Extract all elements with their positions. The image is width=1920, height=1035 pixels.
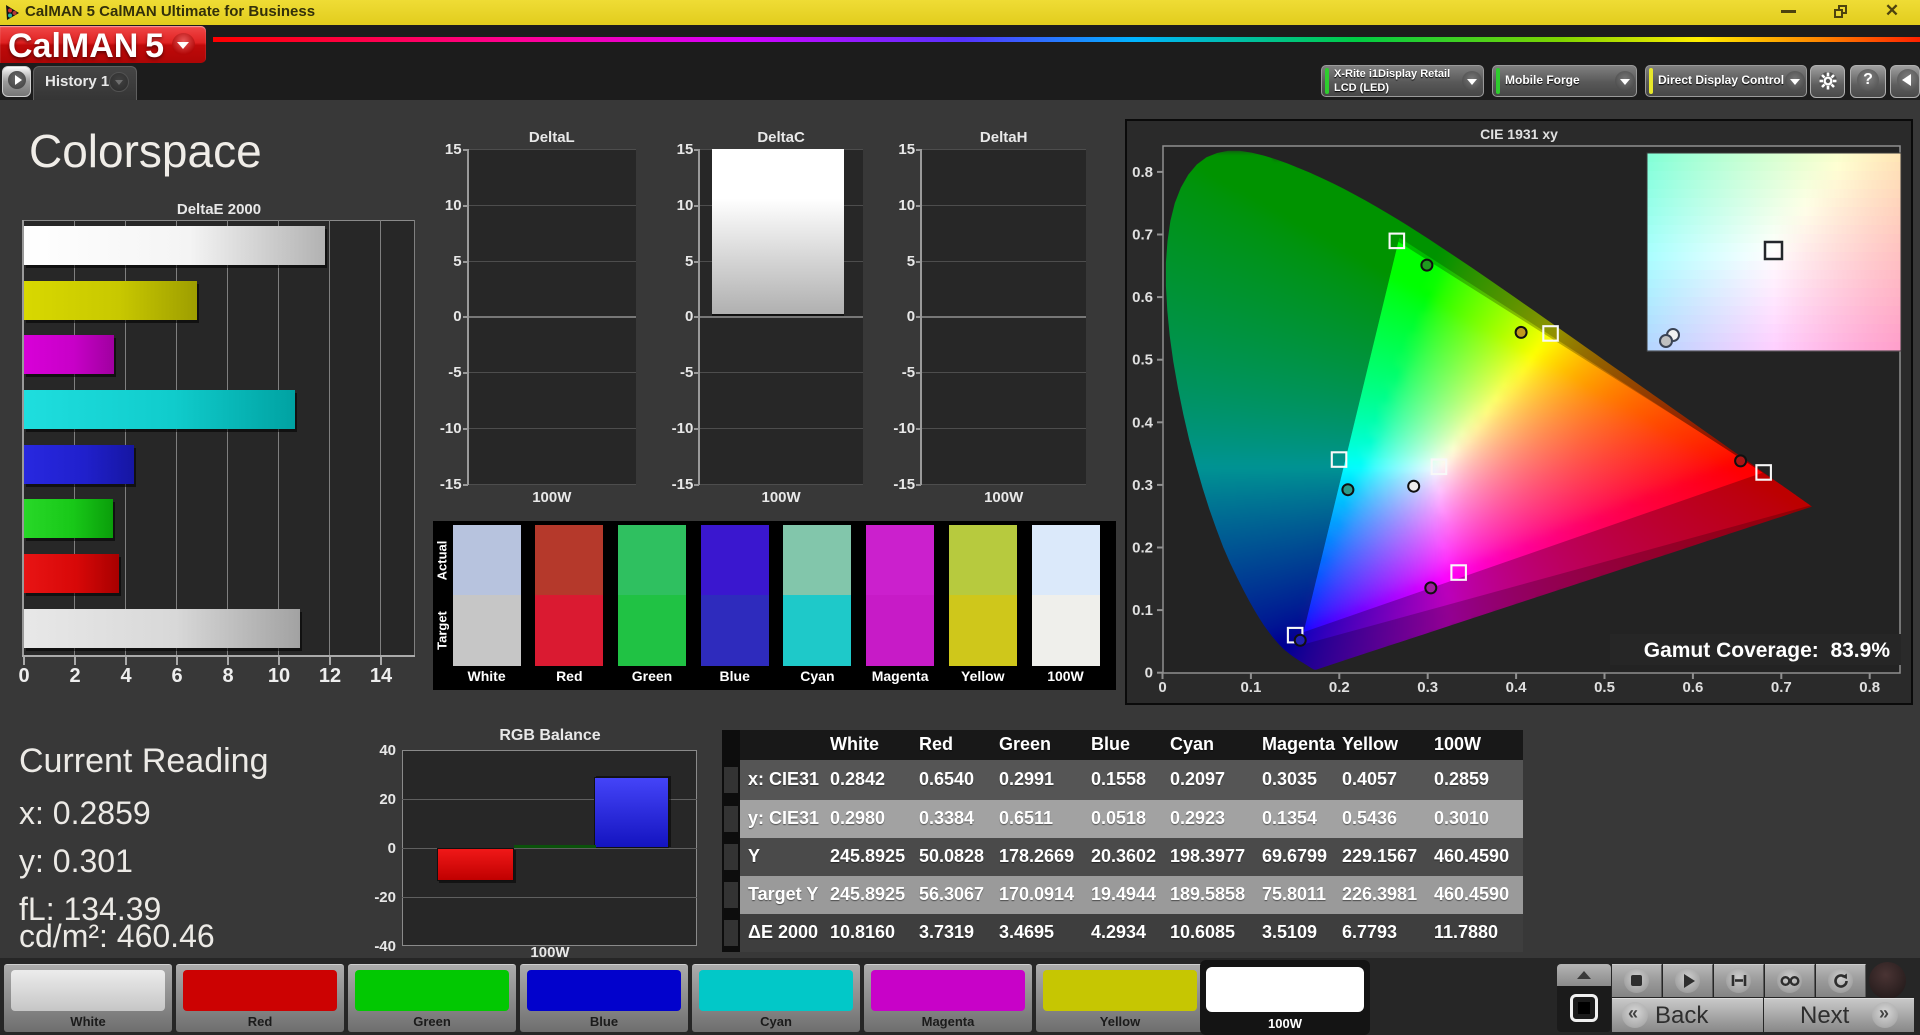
svg-text:0.8: 0.8 — [1859, 679, 1880, 696]
svg-text:0.2: 0.2 — [1329, 679, 1350, 696]
svg-text:0.6: 0.6 — [1682, 679, 1703, 696]
svg-text:0.3: 0.3 — [1132, 477, 1153, 494]
svg-text:0.2: 0.2 — [1132, 540, 1153, 557]
svg-text:0.8: 0.8 — [1132, 164, 1153, 181]
svg-text:0.4: 0.4 — [1506, 679, 1528, 696]
svg-text:Gamut Coverage: 83.9%: Gamut Coverage: 83.9% — [1644, 639, 1891, 662]
svg-text:0.1: 0.1 — [1132, 602, 1153, 619]
svg-text:0: 0 — [1145, 665, 1153, 682]
svg-text:0.4: 0.4 — [1132, 414, 1154, 431]
svg-text:0.5: 0.5 — [1132, 352, 1153, 369]
svg-text:0.5: 0.5 — [1594, 679, 1615, 696]
svg-text:0.3: 0.3 — [1417, 679, 1438, 696]
svg-text:0.7: 0.7 — [1132, 227, 1153, 244]
svg-text:0.6: 0.6 — [1132, 289, 1153, 306]
svg-text:0: 0 — [1158, 679, 1166, 696]
svg-text:0.7: 0.7 — [1771, 679, 1792, 696]
svg-text:0.1: 0.1 — [1240, 679, 1261, 696]
